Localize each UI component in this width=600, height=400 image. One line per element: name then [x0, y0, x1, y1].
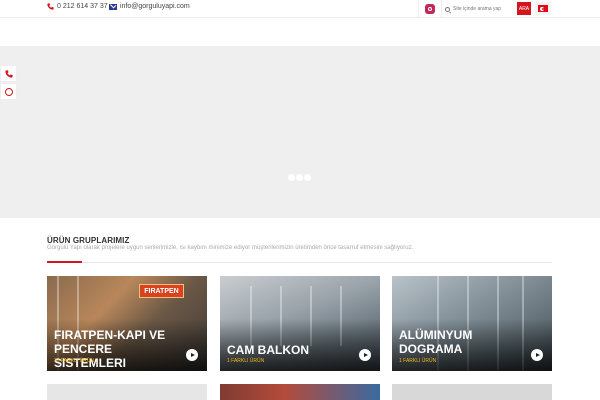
instagram-icon[interactable]: [425, 4, 435, 14]
phone-contact[interactable]: 0 212 614 37 37: [47, 3, 108, 10]
phone-icon: [4, 69, 13, 78]
arrow-right-icon[interactable]: [359, 349, 371, 361]
section-accent-line: [47, 261, 82, 263]
product-card[interactable]: [220, 384, 380, 400]
search-field[interactable]: Site içinde arama yap: [445, 3, 511, 15]
divider: [418, 0, 419, 18]
search-placeholder[interactable]: Site içinde arama yap: [453, 6, 501, 12]
divider: [441, 0, 442, 18]
arrow-right-icon[interactable]: [186, 349, 198, 361]
section-title: ÜRÜN GRUPLARIMIZ: [47, 236, 130, 245]
card-count: 22 FARKLI ÜRÜN: [54, 358, 95, 364]
card-count: 1 FARKLI ÜRÜN: [227, 358, 265, 364]
circle-icon: [4, 87, 13, 96]
card-title[interactable]: CAM BALKON: [227, 343, 352, 357]
language-selector[interactable]: [535, 2, 551, 15]
side-info-button[interactable]: [0, 83, 17, 100]
hero-slider: [0, 46, 600, 218]
product-card-aluminyum[interactable]: ALÜMINYUM DOGRAMA 1 FARKLI ÜRÜN: [392, 276, 552, 371]
product-card-firatpen[interactable]: FIRATPEN FIRATPEN-KAPI VE PENCERE SISTEM…: [47, 276, 207, 371]
product-card[interactable]: [47, 384, 207, 400]
product-card[interactable]: [392, 384, 552, 400]
phone-number: 0 212 614 37 37: [57, 3, 108, 10]
loading-dots-icon: [288, 174, 311, 181]
section-subtitle: Görgülü Yapı olarak projelere uygun seri…: [47, 245, 414, 251]
phone-icon: [47, 3, 54, 10]
arrow-right-icon[interactable]: [531, 349, 543, 361]
card-title[interactable]: ALÜMINYUM DOGRAMA: [399, 328, 524, 356]
product-card-cam-balkon[interactable]: CAM BALKON 1 FARKLI ÜRÜN: [220, 276, 380, 371]
email-contact[interactable]: info@gorguluyapi.com: [109, 3, 190, 10]
section-divider: [47, 262, 552, 263]
mail-icon: [109, 3, 117, 10]
search-button[interactable]: ARA: [517, 2, 531, 15]
side-contact-widget: [0, 65, 17, 100]
turkish-flag-icon: [538, 5, 548, 12]
firatpen-sign: FIRATPEN: [139, 284, 184, 298]
email-address: info@gorguluyapi.com: [120, 3, 190, 10]
search-icon: [445, 6, 450, 12]
card-count: 1 FARKLI ÜRÜN: [399, 358, 437, 364]
top-bar: 0 212 614 37 37 info@gorguluyapi.com Sit…: [0, 0, 600, 18]
side-phone-button[interactable]: [0, 65, 17, 82]
